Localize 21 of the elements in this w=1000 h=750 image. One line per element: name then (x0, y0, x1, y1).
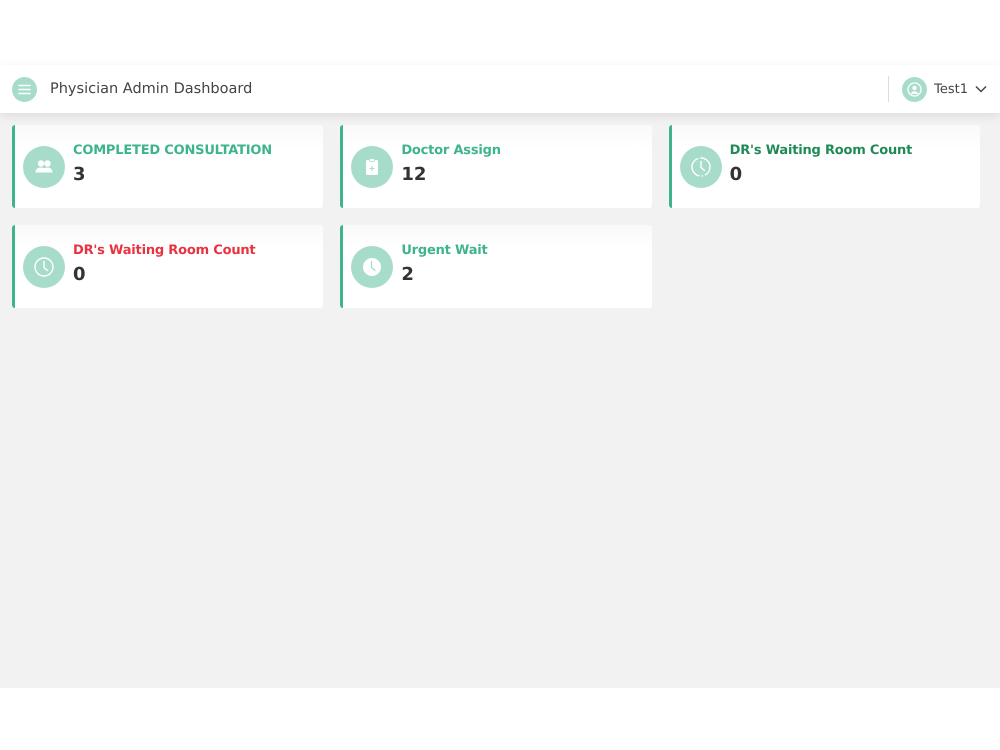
menu-button[interactable] (12, 76, 37, 102)
clock-icon (23, 246, 65, 288)
users-icon (23, 146, 65, 188)
medical-clipboard-icon (351, 146, 394, 188)
clock-icon (680, 146, 722, 188)
card-value: 0 (73, 264, 87, 284)
card-title: COMPLETED CONSULTATION (73, 142, 272, 158)
menu-icon (18, 84, 31, 94)
card-title: DR's Waiting Room Count (73, 242, 256, 258)
card-value: 12 (401, 164, 428, 184)
clock-icon (351, 246, 394, 288)
card-value: 0 (730, 164, 744, 184)
user-avatar-icon (902, 76, 928, 102)
user-menu-button[interactable]: Test1 (902, 76, 987, 102)
card-title: Urgent Wait (401, 242, 488, 258)
card-title: DR's Waiting Room Count (730, 142, 912, 158)
card-value: 2 (401, 264, 415, 284)
card-value: 3 (73, 164, 87, 184)
card-title: Doctor Assign (401, 142, 501, 158)
chevron-down-icon (975, 85, 987, 93)
page-title: Physician Admin Dashboard (50, 81, 252, 97)
